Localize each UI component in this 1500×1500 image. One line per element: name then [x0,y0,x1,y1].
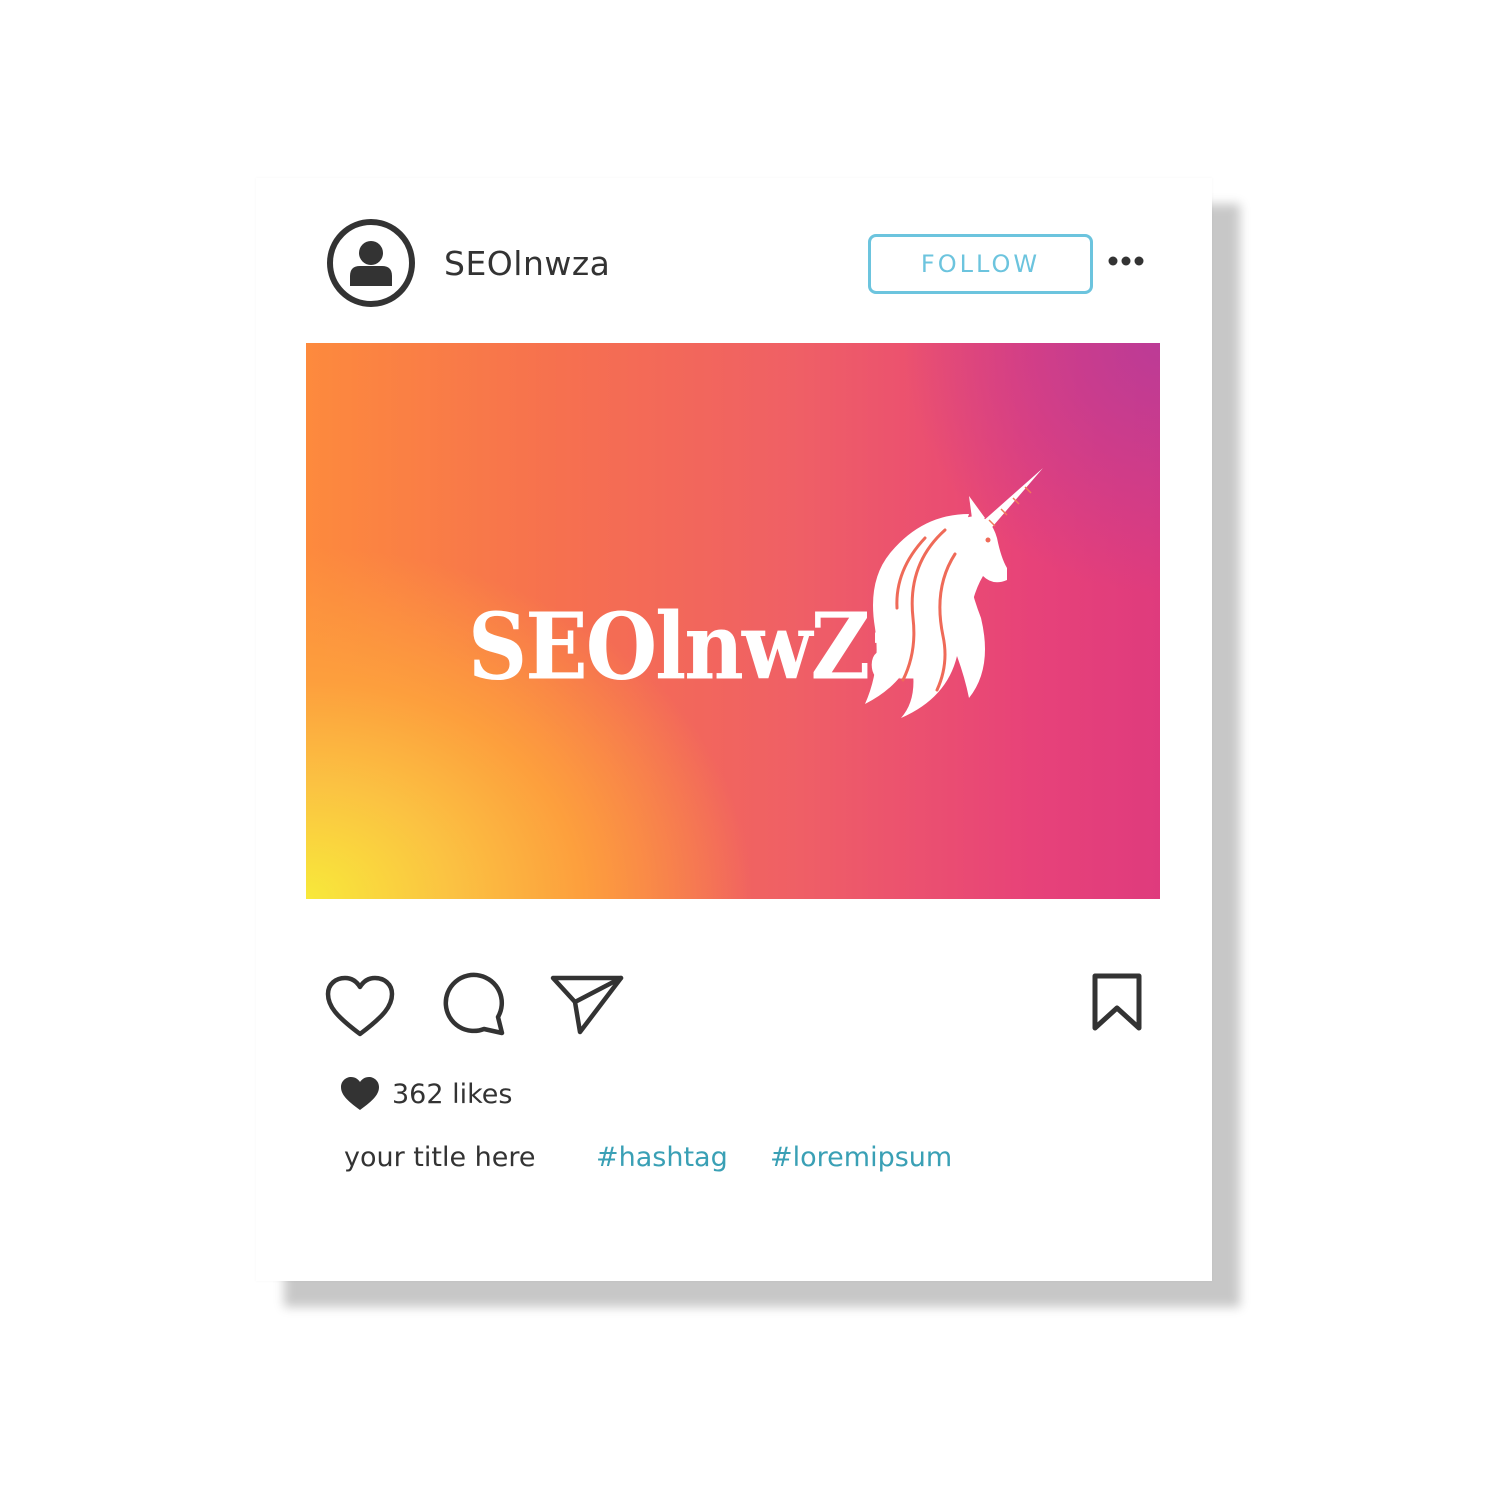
avatar[interactable] [326,218,416,308]
bookmark-icon[interactable] [1090,972,1144,1032]
post-card: SEOlnwza FOLLOW SEOlnwZa 362 likes your … [256,178,1212,1281]
image-logo-text: SEOlnwZa [468,593,921,701]
post-image[interactable]: SEOlnwZa [306,343,1160,899]
likes-count: 362 likes [392,1078,513,1110]
more-options-icon[interactable] [1106,250,1146,272]
hashtag-link[interactable]: #hashtag [596,1142,728,1173]
heart-icon[interactable] [324,974,396,1040]
likes-row: 362 likes [340,1074,512,1114]
share-icon[interactable] [550,974,624,1036]
follow-button[interactable]: FOLLOW [868,234,1093,294]
caption-title: your title here [344,1142,536,1173]
avatar-icon [327,219,415,307]
hashtag-link[interactable]: #loremipsum [770,1142,952,1173]
comment-icon[interactable] [440,971,506,1037]
username[interactable]: SEOlnwza [444,244,610,284]
unicorn-icon [865,468,1043,718]
likes-heart-icon [341,1077,379,1110]
